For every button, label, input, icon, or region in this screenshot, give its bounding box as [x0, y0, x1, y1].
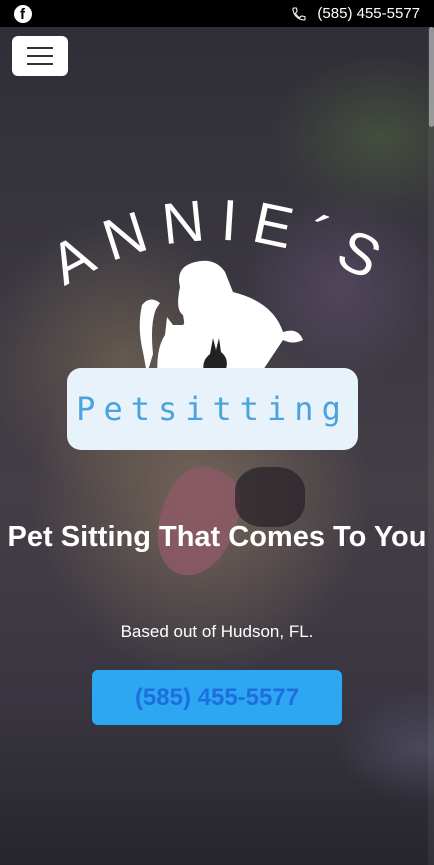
call-button-label: (585) 455-5577	[134, 683, 300, 711]
scrollbar-thumb[interactable]	[429, 27, 434, 127]
location-text: Based out of Hudson, FL.	[120, 622, 314, 641]
logo-tagline: Petsitting	[76, 390, 349, 428]
menu-button[interactable]	[12, 36, 68, 76]
facebook-icon[interactable]: f	[14, 4, 32, 23]
logo-tagline-box: Petsitting	[67, 368, 358, 450]
scrollbar[interactable]	[428, 27, 434, 865]
logo: ANNIE´S	[40, 195, 390, 380]
call-button[interactable]: (585) 455-5577	[92, 670, 342, 725]
top-phone[interactable]: (585) 455-5577	[291, 5, 420, 22]
phone-icon	[291, 6, 307, 22]
top-phone-number[interactable]: (585) 455-5577	[317, 5, 420, 22]
hamburger-icon	[27, 47, 53, 49]
page-title: Pet Sitting That Comes To You	[7, 521, 427, 553]
top-bar: f (585) 455-5577	[0, 0, 434, 27]
